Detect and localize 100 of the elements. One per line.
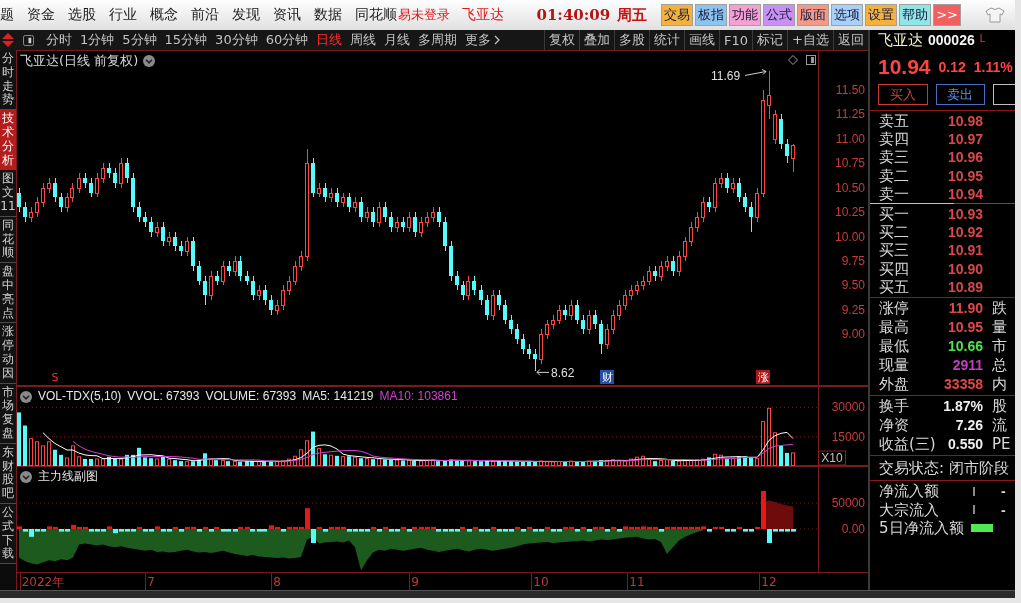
- sidebar-tab[interactable]: 同花顺: [0, 216, 16, 264]
- window-icon[interactable]: [806, 55, 816, 65]
- volume-bar: [101, 458, 105, 466]
- sidebar-tab[interactable]: 盘中亮点: [0, 263, 16, 324]
- stat-label: 涨停: [879, 299, 910, 318]
- order-price: 10.98: [946, 112, 983, 131]
- menu-button[interactable]: 帮助: [899, 4, 932, 26]
- toolbar-button[interactable]: 标记: [752, 30, 788, 50]
- price-axis-label: 10.50: [834, 180, 865, 195]
- period-tab[interactable]: 30分钟: [215, 31, 258, 49]
- period-tab[interactable]: 1分钟: [80, 31, 115, 49]
- volume-bar: [125, 454, 129, 466]
- toolbar-button[interactable]: 复权: [544, 30, 580, 50]
- toolbar-button[interactable]: 叠加: [579, 30, 615, 50]
- menu-item[interactable]: 同花顺: [355, 6, 397, 24]
- period-tab[interactable]: 60分钟: [265, 31, 309, 49]
- price-annotation: 11.69: [711, 69, 767, 84]
- candlestick: [785, 138, 789, 164]
- up-down-arrows-icon[interactable]: [2, 33, 14, 47]
- login-status[interactable]: 易未登录: [398, 6, 450, 24]
- menu-item[interactable]: 概念: [150, 6, 178, 24]
- candlestick: [53, 177, 57, 203]
- period-tab[interactable]: 月线: [384, 31, 411, 49]
- candlestick: [107, 162, 111, 179]
- period-tab[interactable]: 15分钟: [164, 31, 208, 49]
- candlestick: [737, 177, 741, 203]
- sidebar-tab[interactable]: 公式下载: [0, 503, 16, 565]
- volume-bar: [773, 432, 777, 466]
- event-marker[interactable]: 财: [600, 370, 614, 384]
- menu-button[interactable]: 选项: [831, 4, 864, 26]
- event-marker[interactable]: S: [51, 371, 59, 384]
- volume-bar: [359, 458, 363, 466]
- menu-item[interactable]: 资金: [27, 6, 55, 24]
- menu-button[interactable]: 交易: [661, 4, 694, 26]
- menu-item[interactable]: 发现: [232, 6, 260, 24]
- toolbar-button[interactable]: +自选: [787, 30, 833, 50]
- candlestick: [491, 289, 495, 321]
- sidebar-tab[interactable]: 分时走势: [0, 50, 16, 111]
- sidebar-tab[interactable]: 技术分析: [0, 110, 16, 171]
- period-tab[interactable]: 分时: [46, 31, 72, 49]
- dropdown-icon[interactable]: [20, 390, 32, 403]
- volume-bar: [731, 457, 735, 466]
- period-tab[interactable]: 5分钟: [122, 31, 157, 49]
- date-axis-label: 11: [629, 575, 645, 589]
- menu-button[interactable]: 版面: [797, 4, 830, 26]
- order-price: 10.89: [946, 277, 983, 296]
- dropdown-icon[interactable]: [143, 55, 156, 67]
- order-price: 10.93: [946, 205, 983, 224]
- menu-item[interactable]: 选股: [68, 6, 96, 24]
- candlestick: [77, 172, 81, 194]
- candlestick: [131, 172, 135, 213]
- candlestick: [47, 177, 51, 194]
- volume-bar: [389, 459, 393, 466]
- panel-toggle-icon[interactable]: [23, 34, 34, 46]
- sidebar-tab[interactable]: 市场复盘: [0, 383, 16, 444]
- stock-name: 飞亚达: [462, 6, 504, 24]
- menu-button[interactable]: 设置: [865, 4, 898, 26]
- menu-button[interactable]: 板指: [695, 4, 728, 26]
- volume-bar: [95, 458, 99, 466]
- menu-item[interactable]: 题: [0, 6, 14, 24]
- menu-item[interactable]: 行业: [109, 6, 137, 24]
- clock-time: 01:40:09: [536, 6, 611, 24]
- volume-bar: [83, 458, 87, 466]
- volume-bar: [185, 461, 189, 466]
- candlestick: [569, 299, 573, 321]
- dropdown-icon[interactable]: [20, 470, 32, 483]
- change-percent: 1.11%: [973, 59, 1013, 75]
- candlestick: [359, 196, 363, 223]
- toolbar-button[interactable]: 统计: [649, 30, 685, 50]
- menu-button[interactable]: 公式: [763, 4, 796, 26]
- cut-off-button[interactable]: [993, 84, 1015, 105]
- volume-bar: [755, 458, 759, 466]
- candlestick: [269, 294, 273, 316]
- menu-item[interactable]: 前沿: [191, 6, 219, 24]
- candlestick: [419, 216, 423, 238]
- candlestick: [23, 201, 27, 223]
- volume-bar: [551, 461, 555, 466]
- menu-item[interactable]: 数据: [314, 6, 342, 24]
- menu-button[interactable]: 功能: [729, 4, 762, 26]
- sidebar-tab[interactable]: 涨停动因: [0, 323, 16, 384]
- toolbar-button[interactable]: 画线: [684, 30, 720, 50]
- volume-bar: [107, 456, 111, 466]
- period-tab[interactable]: 周线: [350, 31, 377, 49]
- menu-item[interactable]: 资讯: [273, 6, 301, 24]
- candlestick: [377, 201, 381, 228]
- buy-button[interactable]: 买入: [878, 84, 928, 105]
- candlestick: [743, 192, 747, 213]
- toolbar-button[interactable]: 多股: [614, 30, 650, 50]
- period-tab[interactable]: 日线: [316, 31, 343, 49]
- event-marker[interactable]: 涨: [756, 370, 770, 384]
- period-tab[interactable]: 多周期: [418, 31, 458, 49]
- indicator-readout: MA10: 103861: [379, 389, 458, 404]
- toolbar-button[interactable]: F10: [719, 30, 753, 50]
- sidebar-tab[interactable]: 东财股吧: [0, 443, 16, 504]
- more-button[interactable]: 更多: [465, 31, 501, 49]
- candlestick: [173, 231, 177, 252]
- sell-button[interactable]: 卖出: [935, 84, 986, 105]
- candlestick: [593, 309, 597, 330]
- sidebar-tab[interactable]: 图文11: [0, 170, 16, 217]
- candlestick: [59, 192, 63, 213]
